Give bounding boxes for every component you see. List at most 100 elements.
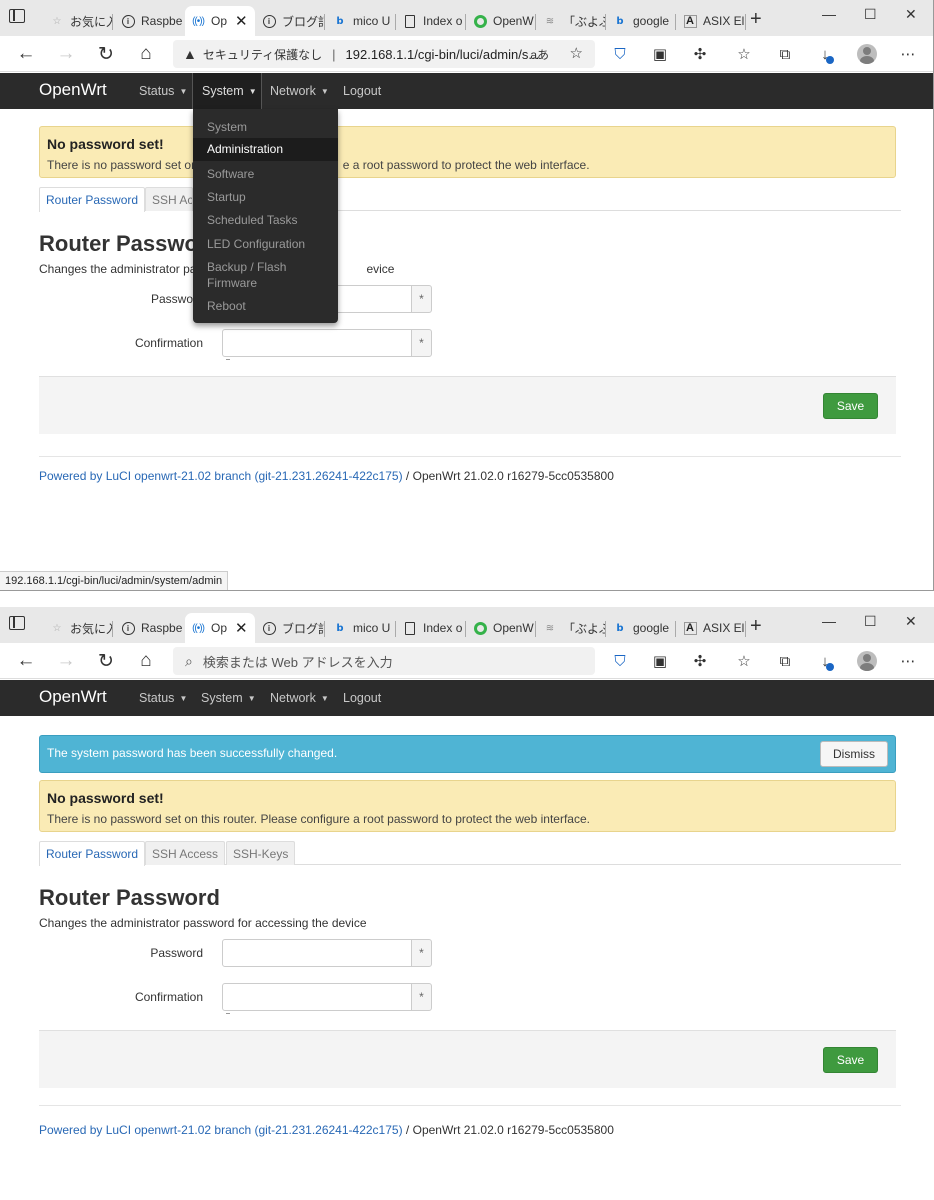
- dropdown-item-backup-flash[interactable]: Backup / Flash Firmware: [193, 259, 303, 291]
- bing-icon: b: [336, 622, 344, 634]
- confirmation-input[interactable]: [222, 983, 412, 1011]
- brand-logo[interactable]: OpenWrt: [39, 687, 107, 707]
- browser-tab-active[interactable]: ((•)) Op ✕: [185, 613, 255, 643]
- favorites-icon[interactable]: ☆: [734, 651, 754, 671]
- browser-tab[interactable]: ≋ 「ぶよぶ: [537, 6, 606, 36]
- browser-tab[interactable]: OpenW: [467, 613, 536, 643]
- tab-router-password[interactable]: Router Password: [39, 187, 146, 212]
- back-icon[interactable]: ←: [14, 649, 38, 673]
- tab-cast-icon[interactable]: ▣: [650, 651, 670, 671]
- brand-logo[interactable]: OpenWrt: [39, 80, 107, 100]
- luci-link[interactable]: Powered by LuCI openwrt-21.02 branch (gi…: [39, 1123, 403, 1137]
- extensions-icon[interactable]: ✣: [690, 651, 710, 671]
- extensions-icon[interactable]: ✣: [690, 44, 710, 64]
- shield-icon[interactable]: ⛉: [610, 651, 630, 671]
- browser-tab[interactable]: A ASIX El: [677, 6, 746, 36]
- browser-tab[interactable]: Index o: [397, 6, 466, 36]
- menu-status[interactable]: Status ▼: [130, 73, 196, 109]
- tab-label: Index o: [423, 621, 463, 635]
- more-menu-icon[interactable]: ⋯: [898, 651, 918, 671]
- menu-status[interactable]: Status ▼: [130, 680, 196, 716]
- browser-tab[interactable]: Index o: [397, 613, 466, 643]
- menu-system[interactable]: System ▼: [192, 73, 262, 109]
- confirmation-input[interactable]: [222, 329, 412, 357]
- new-tab-icon[interactable]: +: [750, 615, 762, 638]
- password-input[interactable]: [338, 285, 412, 313]
- browser-tab[interactable]: b google: [607, 6, 676, 36]
- home-icon[interactable]: ⌂: [134, 649, 158, 673]
- shield-icon[interactable]: ⛉: [610, 44, 630, 64]
- tab-cast-icon[interactable]: ▣: [650, 44, 670, 64]
- maximize-icon[interactable]: ☐: [864, 6, 877, 23]
- menu-system[interactable]: System ▼: [192, 680, 265, 716]
- browser-tab[interactable]: ☆ お気に入: [44, 613, 113, 643]
- tab-actions-icon[interactable]: [9, 616, 25, 630]
- browser-tab[interactable]: ☆ お気に入: [44, 6, 113, 36]
- browser-tab[interactable]: i Raspbe: [115, 6, 184, 36]
- menu-network[interactable]: Network ▼: [261, 73, 338, 109]
- browser-tab[interactable]: i ブログ記: [256, 6, 325, 36]
- menu-network[interactable]: Network ▼: [261, 680, 338, 716]
- dropdown-item-administration[interactable]: Administration: [193, 138, 338, 161]
- refresh-icon[interactable]: ↻: [94, 649, 118, 673]
- forward-icon[interactable]: →: [54, 42, 78, 66]
- browser-tab[interactable]: b mico U: [327, 613, 396, 643]
- tab-label: google: [633, 621, 670, 635]
- close-tab-icon[interactable]: ✕: [235, 12, 248, 30]
- dropdown-item-scheduled-tasks[interactable]: Scheduled Tasks: [193, 212, 338, 228]
- collections-icon[interactable]: ⧉: [775, 651, 795, 671]
- browser-tab[interactable]: i ブログ記: [256, 613, 325, 643]
- back-icon[interactable]: ←: [14, 42, 38, 66]
- save-button[interactable]: Save: [823, 1047, 878, 1073]
- address-bar[interactable]: ▲ セキュリティ保護なし | 192.168.1.1/cgi-bin/luci/…: [173, 40, 595, 68]
- maximize-icon[interactable]: ☐: [864, 613, 877, 630]
- close-tab-icon[interactable]: ✕: [235, 619, 248, 637]
- save-button[interactable]: Save: [823, 393, 878, 419]
- footer: Powered by LuCI openwrt-21.02 branch (gi…: [39, 469, 614, 483]
- profile-avatar[interactable]: [857, 44, 877, 64]
- dropdown-item-startup[interactable]: Startup: [193, 189, 338, 205]
- add-favorite-icon[interactable]: ☆: [570, 44, 583, 62]
- favorites-icon[interactable]: ☆: [734, 44, 754, 64]
- tab-label: ASIX El: [703, 621, 745, 635]
- dropdown-item-reboot[interactable]: Reboot: [193, 298, 338, 314]
- tab-ssh-keys[interactable]: SSH-Keys: [226, 841, 296, 865]
- bing-icon: b: [336, 15, 344, 27]
- tab-actions-icon[interactable]: [9, 9, 25, 23]
- menu-logout[interactable]: Logout: [334, 680, 390, 716]
- read-aloud-icon[interactable]: aあ: [530, 46, 549, 63]
- content-tabs: Router Password SSH Access SSH-Keys: [39, 841, 901, 866]
- tab-label: ブログ記: [282, 621, 325, 636]
- dismiss-button[interactable]: Dismiss: [820, 741, 888, 767]
- browser-tab[interactable]: i Raspbe: [115, 613, 184, 643]
- home-icon[interactable]: ⌂: [134, 42, 158, 66]
- minimize-icon[interactable]: —: [822, 613, 836, 629]
- close-window-icon[interactable]: ✕: [905, 613, 917, 630]
- openwrt-version: OpenWrt 21.02.0 r16279-5cc0535800: [412, 469, 614, 483]
- browser-tab[interactable]: A ASIX El: [677, 613, 746, 643]
- minimize-icon[interactable]: —: [822, 6, 836, 22]
- password-input[interactable]: [222, 939, 412, 967]
- page-description: Changes the administrator password for a…: [39, 916, 367, 930]
- menu-logout[interactable]: Logout: [334, 73, 390, 109]
- browser-tab-active[interactable]: ((•)) Op ✕: [185, 6, 255, 36]
- browser-tab[interactable]: b mico U: [327, 6, 396, 36]
- browser-tab[interactable]: OpenW: [467, 6, 536, 36]
- forward-icon[interactable]: →: [54, 649, 78, 673]
- browser-tab[interactable]: b google: [607, 613, 676, 643]
- close-window-icon[interactable]: ✕: [905, 6, 917, 23]
- luci-link[interactable]: Powered by LuCI openwrt-21.02 branch (gi…: [39, 469, 403, 483]
- dropdown-item-led-configuration[interactable]: LED Configuration: [193, 236, 338, 252]
- dropdown-item-system[interactable]: System: [193, 119, 338, 135]
- dropdown-item-software[interactable]: Software: [193, 166, 338, 182]
- browser-tab[interactable]: ≋ 「ぶよぶ: [537, 613, 606, 643]
- refresh-icon[interactable]: ↻: [94, 42, 118, 66]
- address-bar[interactable]: ⌕ 検索または Web アドレスを入力: [173, 647, 595, 675]
- new-tab-icon[interactable]: +: [750, 8, 762, 31]
- tab-ssh-access[interactable]: SSH Access: [145, 841, 226, 865]
- more-menu-icon[interactable]: ⋯: [898, 44, 918, 64]
- tab-router-password[interactable]: Router Password: [39, 841, 146, 866]
- tab-ssh-access[interactable]: SSH Acc: [145, 187, 193, 211]
- collections-icon[interactable]: ⧉: [775, 44, 795, 64]
- profile-avatar[interactable]: [857, 651, 877, 671]
